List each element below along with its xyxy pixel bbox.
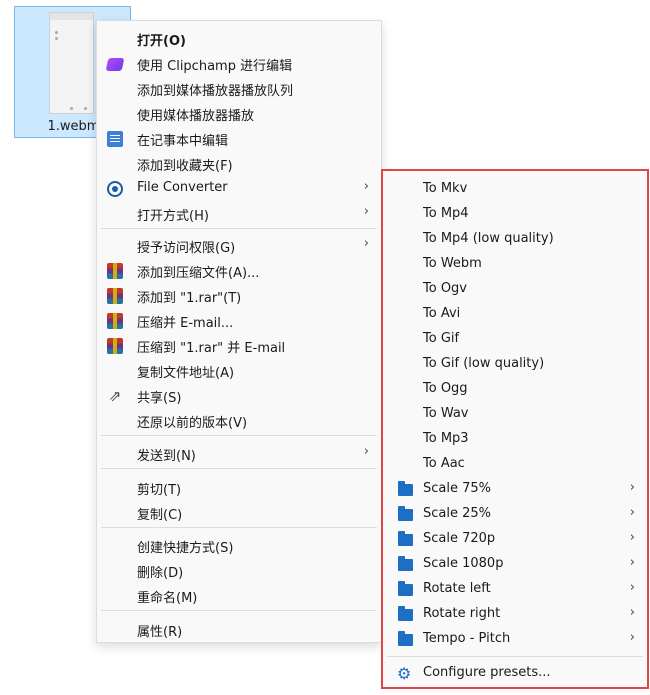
submenu-item-to-ogv[interactable]: To Ogv xyxy=(383,277,647,302)
menu-item-rename[interactable]: 重命名(M) xyxy=(97,583,381,608)
submenu-item-to-gif-low[interactable]: To Gif (low quality) xyxy=(383,352,647,377)
submenu-item-to-avi[interactable]: To Avi xyxy=(383,302,647,327)
menu-item-edit-clipchamp[interactable]: 使用 Clipchamp 进行编辑 xyxy=(97,51,381,76)
menu-separator xyxy=(101,527,377,528)
menu-separator xyxy=(101,610,377,611)
menu-item-add-favorites[interactable]: 添加到收藏夹(F) xyxy=(97,151,381,176)
menu-item-cut[interactable]: 剪切(T) xyxy=(97,475,381,500)
submenu-item-to-wav[interactable]: To Wav xyxy=(383,402,647,427)
submenu-item-scale-720p[interactable]: Scale 720p › xyxy=(383,527,647,552)
submenu-item-to-ogg[interactable]: To Ogg xyxy=(383,377,647,402)
winrar-icon xyxy=(107,338,123,354)
winrar-icon xyxy=(107,313,123,329)
submenu-item-to-aac[interactable]: To Aac xyxy=(383,452,647,477)
chevron-right-icon: › xyxy=(629,630,635,645)
chevron-right-icon: › xyxy=(363,444,369,459)
menu-item-edit-notepad[interactable]: 在记事本中编辑 xyxy=(97,126,381,151)
notepad-icon xyxy=(107,131,123,147)
submenu-item-scale-1080p[interactable]: Scale 1080p › xyxy=(383,552,647,577)
file-converter-icon xyxy=(107,181,123,197)
menu-item-share[interactable]: ⇗ 共享(S) xyxy=(97,383,381,408)
video-thumbnail xyxy=(49,12,94,114)
chevron-right-icon: › xyxy=(629,580,635,595)
submenu-item-scale-25[interactable]: Scale 25% › xyxy=(383,502,647,527)
menu-item-restore-versions[interactable]: 还原以前的版本(V) xyxy=(97,408,381,433)
folder-icon xyxy=(398,481,413,496)
menu-item-delete[interactable]: 删除(D) xyxy=(97,558,381,583)
menu-separator xyxy=(101,468,377,469)
chevron-right-icon: › xyxy=(629,505,635,520)
chevron-right-icon: › xyxy=(363,179,369,194)
chevron-right-icon: › xyxy=(629,480,635,495)
gear-icon: ⚙ xyxy=(397,664,412,683)
context-menu: 打开(O) 使用 Clipchamp 进行编辑 添加到媒体播放器播放队列 使用媒… xyxy=(96,20,382,643)
menu-item-compress-email[interactable]: 压缩并 E-mail... xyxy=(97,308,381,333)
submenu-item-to-webm[interactable]: To Webm xyxy=(383,252,647,277)
winrar-icon xyxy=(107,263,123,279)
share-icon: ⇗ xyxy=(108,387,122,405)
folder-icon xyxy=(398,581,413,596)
submenu-item-rotate-right[interactable]: Rotate right › xyxy=(383,602,647,627)
menu-item-open-with[interactable]: 打开方式(H) › xyxy=(97,201,381,226)
menu-separator xyxy=(387,656,643,657)
submenu-item-to-mkv[interactable]: To Mkv xyxy=(383,177,647,202)
submenu-item-configure-presets[interactable]: ⚙ Configure presets... xyxy=(383,661,647,686)
chevron-right-icon: › xyxy=(363,204,369,219)
submenu-item-to-mp3[interactable]: To Mp3 xyxy=(383,427,647,452)
menu-item-file-converter[interactable]: File Converter › xyxy=(97,176,381,201)
menu-item-create-shortcut[interactable]: 创建快捷方式(S) xyxy=(97,533,381,558)
menu-item-add-to-rar[interactable]: 添加到 "1.rar"(T) xyxy=(97,283,381,308)
folder-icon xyxy=(398,631,413,646)
submenu-item-to-gif[interactable]: To Gif xyxy=(383,327,647,352)
menu-item-open[interactable]: 打开(O) xyxy=(97,26,381,51)
menu-item-send-to[interactable]: 发送到(N) › xyxy=(97,441,381,466)
folder-icon xyxy=(398,556,413,571)
chevron-right-icon: › xyxy=(629,530,635,545)
menu-item-grant-access[interactable]: 授予访问权限(G) › xyxy=(97,233,381,258)
menu-item-play-media-player[interactable]: 使用媒体播放器播放 xyxy=(97,101,381,126)
file-converter-submenu: To Mkv To Mp4 To Mp4 (low quality) To We… xyxy=(381,169,649,689)
submenu-item-to-mp4[interactable]: To Mp4 xyxy=(383,202,647,227)
menu-item-compress-rar-email[interactable]: 压缩到 "1.rar" 并 E-mail xyxy=(97,333,381,358)
submenu-item-scale-75[interactable]: Scale 75% › xyxy=(383,477,647,502)
menu-item-copy[interactable]: 复制(C) xyxy=(97,500,381,525)
folder-icon xyxy=(398,606,413,621)
menu-item-properties[interactable]: 属性(R) xyxy=(97,617,381,642)
menu-item-add-to-archive[interactable]: 添加到压缩文件(A)... xyxy=(97,258,381,283)
folder-icon xyxy=(398,531,413,546)
menu-separator xyxy=(101,435,377,436)
clipchamp-icon xyxy=(105,58,125,71)
chevron-right-icon: › xyxy=(629,605,635,620)
winrar-icon xyxy=(107,288,123,304)
chevron-right-icon: › xyxy=(363,236,369,251)
menu-item-add-to-queue[interactable]: 添加到媒体播放器播放队列 xyxy=(97,76,381,101)
submenu-item-tempo-pitch[interactable]: Tempo - Pitch › xyxy=(383,627,647,652)
submenu-item-rotate-left[interactable]: Rotate left › xyxy=(383,577,647,602)
folder-icon xyxy=(398,506,413,521)
submenu-item-to-mp4-low[interactable]: To Mp4 (low quality) xyxy=(383,227,647,252)
menu-item-copy-path[interactable]: 复制文件地址(A) xyxy=(97,358,381,383)
menu-separator xyxy=(101,228,377,229)
chevron-right-icon: › xyxy=(629,555,635,570)
